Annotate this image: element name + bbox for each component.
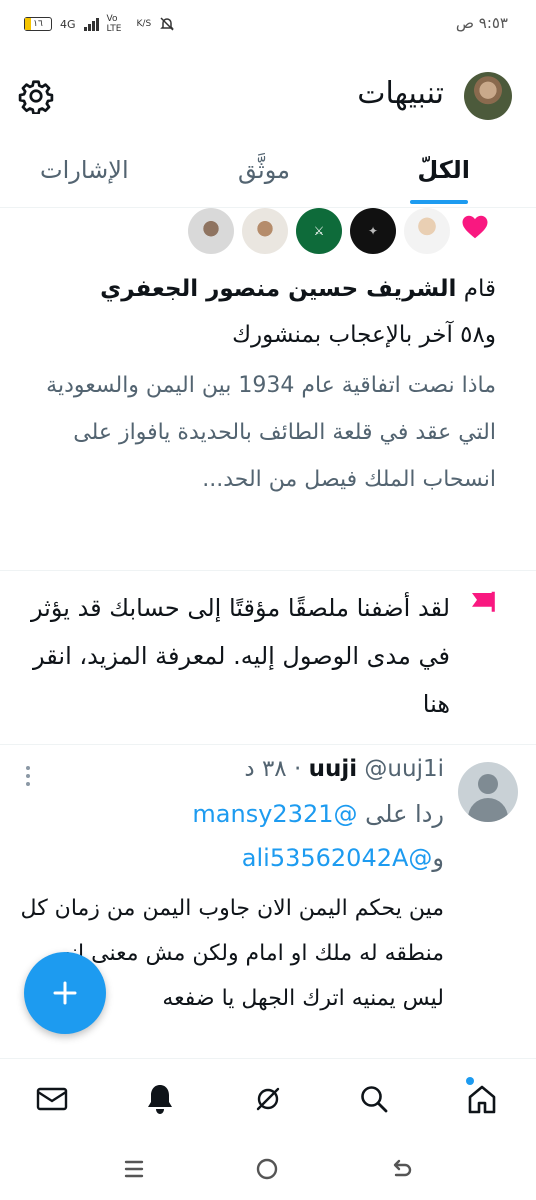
search-button[interactable] xyxy=(356,1081,392,1117)
reply-context: و@ali53562042A xyxy=(242,838,444,878)
mention-link[interactable]: @mansy2321 xyxy=(192,800,357,828)
tweet-author-avatar[interactable] xyxy=(458,762,518,822)
compose-button[interactable] xyxy=(24,952,106,1034)
tweet-header: uuji @uuj1i · ٣٨ د xyxy=(244,756,444,782)
search-icon xyxy=(361,1086,388,1113)
home-icon xyxy=(468,1085,496,1114)
bell-icon xyxy=(148,1085,172,1114)
tweet-time: ٣٨ د xyxy=(244,756,287,782)
profile-avatar[interactable] xyxy=(464,72,512,120)
gear-icon[interactable] xyxy=(18,78,54,114)
liker-avatar[interactable] xyxy=(404,208,450,254)
divider xyxy=(0,570,536,571)
signal-icon xyxy=(83,17,99,31)
status-icons: ١٦ 4G Vo LTE K/S xyxy=(24,14,175,34)
reply-and: و xyxy=(432,844,444,872)
home-unread-dot xyxy=(466,1077,474,1085)
network-type: 4G xyxy=(60,17,76,31)
flag-icon xyxy=(472,591,495,612)
spaces-button[interactable] xyxy=(250,1081,286,1117)
bottom-nav xyxy=(0,1058,536,1141)
divider xyxy=(0,744,536,745)
notifications-button[interactable] xyxy=(142,1081,178,1117)
like-notification-text[interactable]: قام الشريف حسين منصور الجعفري و٥٨ آخر با… xyxy=(26,266,496,358)
battery-icon: ١٦ xyxy=(24,17,52,31)
author-name[interactable]: uuji xyxy=(309,756,358,782)
like-suffix: و٥٨ آخر بالإعجاب بمنشورك xyxy=(232,322,496,348)
active-tab-indicator xyxy=(410,200,468,204)
back-icon[interactable] xyxy=(388,1156,414,1182)
account-label-notice[interactable]: لقد أضفنا ملصقًا مؤقتًا إلى حسابك قد يؤث… xyxy=(20,584,450,728)
page-title: تنبيهات xyxy=(357,76,444,111)
recents-icon[interactable] xyxy=(122,1158,146,1180)
spaces-icon xyxy=(256,1087,280,1111)
reply-prefix: ردا على xyxy=(365,800,444,828)
home-circle-icon[interactable] xyxy=(254,1156,280,1182)
liker-avatar[interactable] xyxy=(188,208,234,254)
mute-bell-icon xyxy=(160,17,174,31)
like-prefix: قام xyxy=(463,276,496,302)
separator-dot: · xyxy=(293,756,302,782)
mention-link[interactable]: @ali53562042A xyxy=(242,844,433,872)
liker-avatar[interactable] xyxy=(242,208,288,254)
liker-name[interactable]: الشريف حسين منصور الجعفري xyxy=(100,276,456,302)
battery-level: ١٦ xyxy=(33,19,43,29)
liker-avatar[interactable]: ✦ xyxy=(350,208,396,254)
post-excerpt[interactable]: ماذا نصت اتفاقية عام 1934 بين اليمن والس… xyxy=(26,362,496,503)
tab-mentions[interactable]: الإشارات xyxy=(40,156,129,184)
plus-icon xyxy=(53,981,77,1005)
volte-label: Vo LTE xyxy=(106,14,122,34)
messages-button[interactable] xyxy=(34,1081,70,1117)
status-bar: ١٦ 4G Vo LTE K/S ٩:٥٣ ص xyxy=(0,0,536,50)
heart-icon xyxy=(462,215,488,239)
reply-context: ردا على @mansy2321 xyxy=(192,794,444,834)
system-nav-bar xyxy=(0,1140,536,1200)
clock: ٩:٥٣ ص xyxy=(455,14,508,32)
tab-all[interactable]: الكلّ xyxy=(417,156,470,184)
tab-verified[interactable]: موثَّق xyxy=(238,156,290,184)
mail-icon xyxy=(36,1087,68,1111)
home-button[interactable] xyxy=(464,1081,500,1117)
more-options-icon[interactable] xyxy=(20,764,36,788)
net-speed: K/S xyxy=(136,19,152,29)
liker-avatar[interactable]: ⚔ xyxy=(296,208,342,254)
author-handle[interactable]: @uuj1i xyxy=(364,756,444,782)
